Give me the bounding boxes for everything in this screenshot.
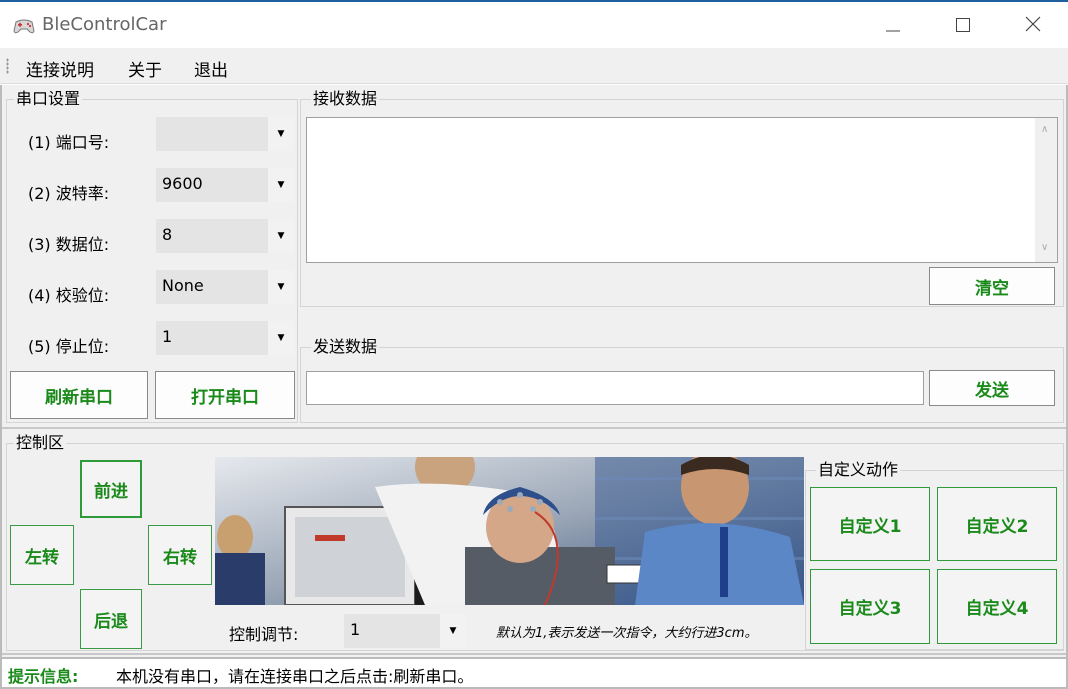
stopbits-value: 1 (162, 327, 173, 346)
minimize-icon (886, 17, 900, 36)
adjust-value: 1 (350, 620, 361, 639)
dropdown-arrow-icon: ▼ (268, 321, 294, 355)
section-divider (2, 653, 1066, 655)
section-divider (2, 427, 1066, 429)
receive-scrollbar[interactable]: ∧ ∨ (1035, 118, 1057, 262)
status-bar: 提示信息: 本机没有串口，请在连接串口之后点击:刷新串口。 (0, 657, 1068, 689)
custom-1-button[interactable]: 自定义1 (810, 487, 930, 561)
close-icon (1025, 16, 1041, 36)
stopbits-select[interactable]: 1 ▼ (156, 321, 294, 355)
stopbits-label: (5) 停止位: (28, 337, 110, 356)
baud-value: 9600 (162, 174, 203, 193)
menu-bar: 连接说明 关于 退出 (0, 48, 1068, 84)
parity-select[interactable]: None ▼ (156, 270, 294, 304)
menu-exit[interactable]: 退出 (194, 56, 228, 81)
menu-connection-help[interactable]: 连接说明 (26, 56, 94, 81)
toolbar-grip-icon[interactable] (6, 58, 9, 74)
databits-value: 8 (162, 225, 173, 244)
send-data-title: 发送数据 (311, 337, 380, 356)
turn-right-button[interactable]: 右转 (148, 525, 212, 585)
maximize-icon (956, 17, 970, 36)
adjust-label: 控制调节: (229, 625, 299, 644)
status-message: 本机没有串口，请在连接串口之后点击:刷新串口。 (116, 667, 474, 686)
dropdown-arrow-icon: ▼ (268, 219, 294, 253)
scroll-down-icon[interactable]: ∨ (1041, 242, 1048, 253)
receive-data-title: 接收数据 (311, 89, 380, 108)
serial-settings-title: 串口设置 (14, 89, 83, 108)
gamepad-icon (13, 17, 35, 35)
baud-select[interactable]: 9600 ▼ (156, 168, 294, 202)
menu-about[interactable]: 关于 (128, 56, 162, 81)
clear-button[interactable]: 清空 (929, 267, 1055, 305)
window-title: BleControlCar (42, 14, 167, 35)
send-input[interactable] (306, 371, 924, 405)
scroll-up-icon[interactable]: ∧ (1041, 124, 1048, 135)
custom-3-button[interactable]: 自定义3 (810, 569, 930, 644)
baud-label: (2) 波特率: (28, 184, 110, 203)
dropdown-arrow-icon: ▼ (268, 270, 294, 304)
port-select[interactable]: ▼ (156, 117, 294, 151)
open-port-button[interactable]: 打开串口 (155, 371, 295, 419)
custom-actions-title: 自定义动作 (816, 460, 901, 479)
turn-left-button[interactable]: 左转 (10, 525, 74, 585)
title-bar[interactable]: BleControlCar (0, 0, 1068, 48)
status-label: 提示信息: (8, 667, 79, 686)
main-panel: 串口设置 (1) 端口号: ▼ (2) 波特率: 9600 ▼ (3) 数据位:… (0, 85, 1068, 689)
control-photo (215, 457, 804, 605)
dropdown-arrow-icon: ▼ (440, 614, 466, 648)
parity-value: None (162, 276, 204, 295)
send-button[interactable]: 发送 (929, 370, 1055, 406)
databits-select[interactable]: 8 ▼ (156, 219, 294, 253)
dropdown-arrow-icon: ▼ (268, 117, 294, 151)
maximize-button[interactable] (928, 4, 998, 48)
adjust-select[interactable]: 1 ▼ (344, 614, 466, 648)
databits-label: (3) 数据位: (28, 235, 110, 254)
close-button[interactable] (998, 4, 1068, 48)
custom-4-button[interactable]: 自定义4 (937, 569, 1057, 644)
parity-label: (4) 校验位: (28, 286, 110, 305)
minimize-button[interactable] (858, 4, 928, 48)
refresh-port-button[interactable]: 刷新串口 (10, 371, 148, 419)
dropdown-arrow-icon: ▼ (268, 168, 294, 202)
adjust-hint: 默认为1,表示发送一次指令，大约行进3cm。 (496, 626, 758, 641)
forward-button[interactable]: 前进 (80, 460, 142, 518)
custom-2-button[interactable]: 自定义2 (937, 487, 1057, 561)
port-label: (1) 端口号: (28, 133, 110, 152)
receive-textarea[interactable]: ∧ ∨ (306, 117, 1058, 263)
control-area-title: 控制区 (14, 433, 67, 452)
backward-button[interactable]: 后退 (80, 589, 142, 649)
